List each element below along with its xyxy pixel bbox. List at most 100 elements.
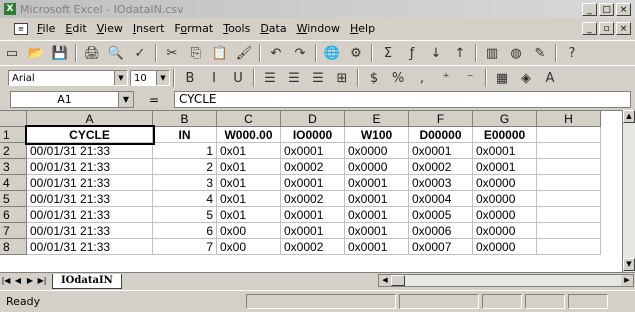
bold-icon[interactable]: B	[180, 68, 200, 88]
decrease-decimal-icon[interactable]: ⁻	[460, 68, 480, 88]
cell[interactable]: 0x0002	[280, 238, 345, 255]
minimize-button[interactable]: _	[582, 2, 597, 16]
cell[interactable]: 0x01	[216, 174, 281, 191]
new-icon[interactable]: ▭	[2, 43, 22, 63]
cell[interactable]: IO0000	[280, 126, 345, 143]
column-header[interactable]: D	[280, 111, 345, 127]
last-sheet-icon[interactable]: ▶|	[36, 274, 48, 288]
menu-item[interactable]: Tools	[218, 22, 255, 35]
row-header[interactable]: 1	[0, 126, 27, 143]
column-header[interactable]: A	[26, 111, 153, 127]
cell[interactable]: 0x0001	[472, 158, 537, 175]
align-right-icon[interactable]: ☰	[308, 68, 328, 88]
sheet-tab[interactable]: IOdataIN	[52, 273, 122, 289]
menu-item[interactable]: Format	[169, 22, 218, 35]
chevron-down-icon[interactable]: ▼	[114, 71, 127, 85]
menu-item[interactable]: Data	[255, 22, 291, 35]
map-icon[interactable]: ◍	[506, 43, 526, 63]
cell[interactable]: 0x01	[216, 142, 281, 159]
cell[interactable]: 0x0001	[344, 190, 409, 207]
row-header[interactable]: 8	[0, 238, 27, 255]
font-name-select[interactable]: Arial ▼	[8, 70, 128, 86]
cell[interactable]	[536, 206, 601, 223]
sort-asc-icon[interactable]: ↓	[426, 43, 446, 63]
cell[interactable]: 00/01/31 21:33	[26, 238, 153, 255]
cell[interactable]: 0x0007	[408, 238, 473, 255]
scroll-left-icon[interactable]: ◀	[379, 275, 391, 286]
cell[interactable]: 4	[152, 190, 217, 207]
cell[interactable]: 0x0002	[408, 158, 473, 175]
cell[interactable]: 0x0006	[408, 222, 473, 239]
first-sheet-icon[interactable]: |◀	[0, 274, 12, 288]
redo-icon[interactable]: ↷	[290, 43, 310, 63]
cell[interactable]: 0x0001	[344, 206, 409, 223]
chevron-down-icon[interactable]: ▼	[156, 71, 169, 85]
cell[interactable]: 0x0001	[280, 222, 345, 239]
cell[interactable]	[536, 158, 601, 175]
cell[interactable]: 0x0000	[344, 142, 409, 159]
cell[interactable]: 00/01/31 21:33	[26, 206, 153, 223]
cell[interactable]: 0x01	[216, 206, 281, 223]
cell[interactable]: 3	[152, 174, 217, 191]
cell[interactable]: 0x0005	[408, 206, 473, 223]
menu-item[interactable]: View	[92, 22, 128, 35]
cell[interactable]	[536, 126, 601, 143]
scroll-down-icon[interactable]: ▼	[623, 258, 635, 271]
document-icon[interactable]: ≡	[14, 22, 28, 35]
cell[interactable]: 0x0000	[472, 190, 537, 207]
drawing-icon[interactable]: ✎	[530, 43, 550, 63]
horizontal-scrollbar[interactable]: ◀ ▶	[378, 274, 634, 287]
cell[interactable]: 0x0000	[472, 174, 537, 191]
italic-icon[interactable]: I	[204, 68, 224, 88]
web-icon[interactable]: ⚙	[346, 43, 366, 63]
column-header[interactable]: E	[344, 111, 409, 127]
cell[interactable]: 0x0001	[344, 222, 409, 239]
cell[interactable]: 0x01	[216, 190, 281, 207]
cell[interactable]: E00000	[472, 126, 537, 143]
menu-item[interactable]: File	[32, 22, 60, 35]
autosum-icon[interactable]: Σ	[378, 43, 398, 63]
spelling-icon[interactable]: ✓	[130, 43, 150, 63]
cell[interactable]: 5	[152, 206, 217, 223]
row-header[interactable]: 2	[0, 142, 27, 159]
menu-item[interactable]: Help	[345, 22, 380, 35]
cell[interactable]: 0x0001	[408, 142, 473, 159]
save-icon[interactable]: 💾	[50, 43, 70, 63]
comma-icon[interactable]: ,	[412, 68, 432, 88]
sort-desc-icon[interactable]: ↑	[450, 43, 470, 63]
currency-icon[interactable]: $	[364, 68, 384, 88]
cell[interactable]: 0x0000	[472, 222, 537, 239]
cell[interactable]: W100	[344, 126, 409, 143]
close-button[interactable]: ×	[616, 2, 631, 16]
increase-decimal-icon[interactable]: ⁺	[436, 68, 456, 88]
vertical-scrollbar[interactable]: ▲ ▼	[622, 110, 635, 272]
doc-minimize-button[interactable]: _	[582, 22, 597, 35]
cell[interactable]: IN	[152, 126, 217, 143]
cell[interactable]: 0x0004	[408, 190, 473, 207]
cell[interactable]: 0x0002	[280, 190, 345, 207]
font-size-select[interactable]: 10 ▼	[130, 70, 170, 86]
column-header[interactable]: C	[216, 111, 281, 127]
cell[interactable]: 0x00	[216, 222, 281, 239]
cell[interactable]: 0x0001	[280, 206, 345, 223]
select-all-corner[interactable]	[0, 111, 27, 127]
cut-icon[interactable]: ✂	[162, 43, 182, 63]
print-icon[interactable]: 🖨	[82, 43, 102, 63]
hyperlink-icon[interactable]: 🌐	[322, 43, 342, 63]
cell[interactable]: D00000	[408, 126, 473, 143]
cell[interactable]: 0x0002	[280, 158, 345, 175]
cell[interactable]: 2	[152, 158, 217, 175]
cell[interactable]: 00/01/31 21:33	[26, 142, 153, 159]
cell[interactable]: 0x0003	[408, 174, 473, 191]
cell[interactable]	[536, 222, 601, 239]
column-header[interactable]: B	[152, 111, 217, 127]
format-painter-icon[interactable]: 🖌	[234, 43, 254, 63]
underline-icon[interactable]: U	[228, 68, 248, 88]
scroll-up-icon[interactable]: ▲	[623, 110, 635, 123]
formula-input[interactable]: CYCLE	[174, 91, 631, 108]
cell[interactable]: 0x0001	[472, 142, 537, 159]
maximize-button[interactable]: □	[599, 2, 614, 16]
percent-icon[interactable]: %	[388, 68, 408, 88]
cell[interactable]: 00/01/31 21:33	[26, 190, 153, 207]
cell[interactable]: 0x0001	[280, 174, 345, 191]
